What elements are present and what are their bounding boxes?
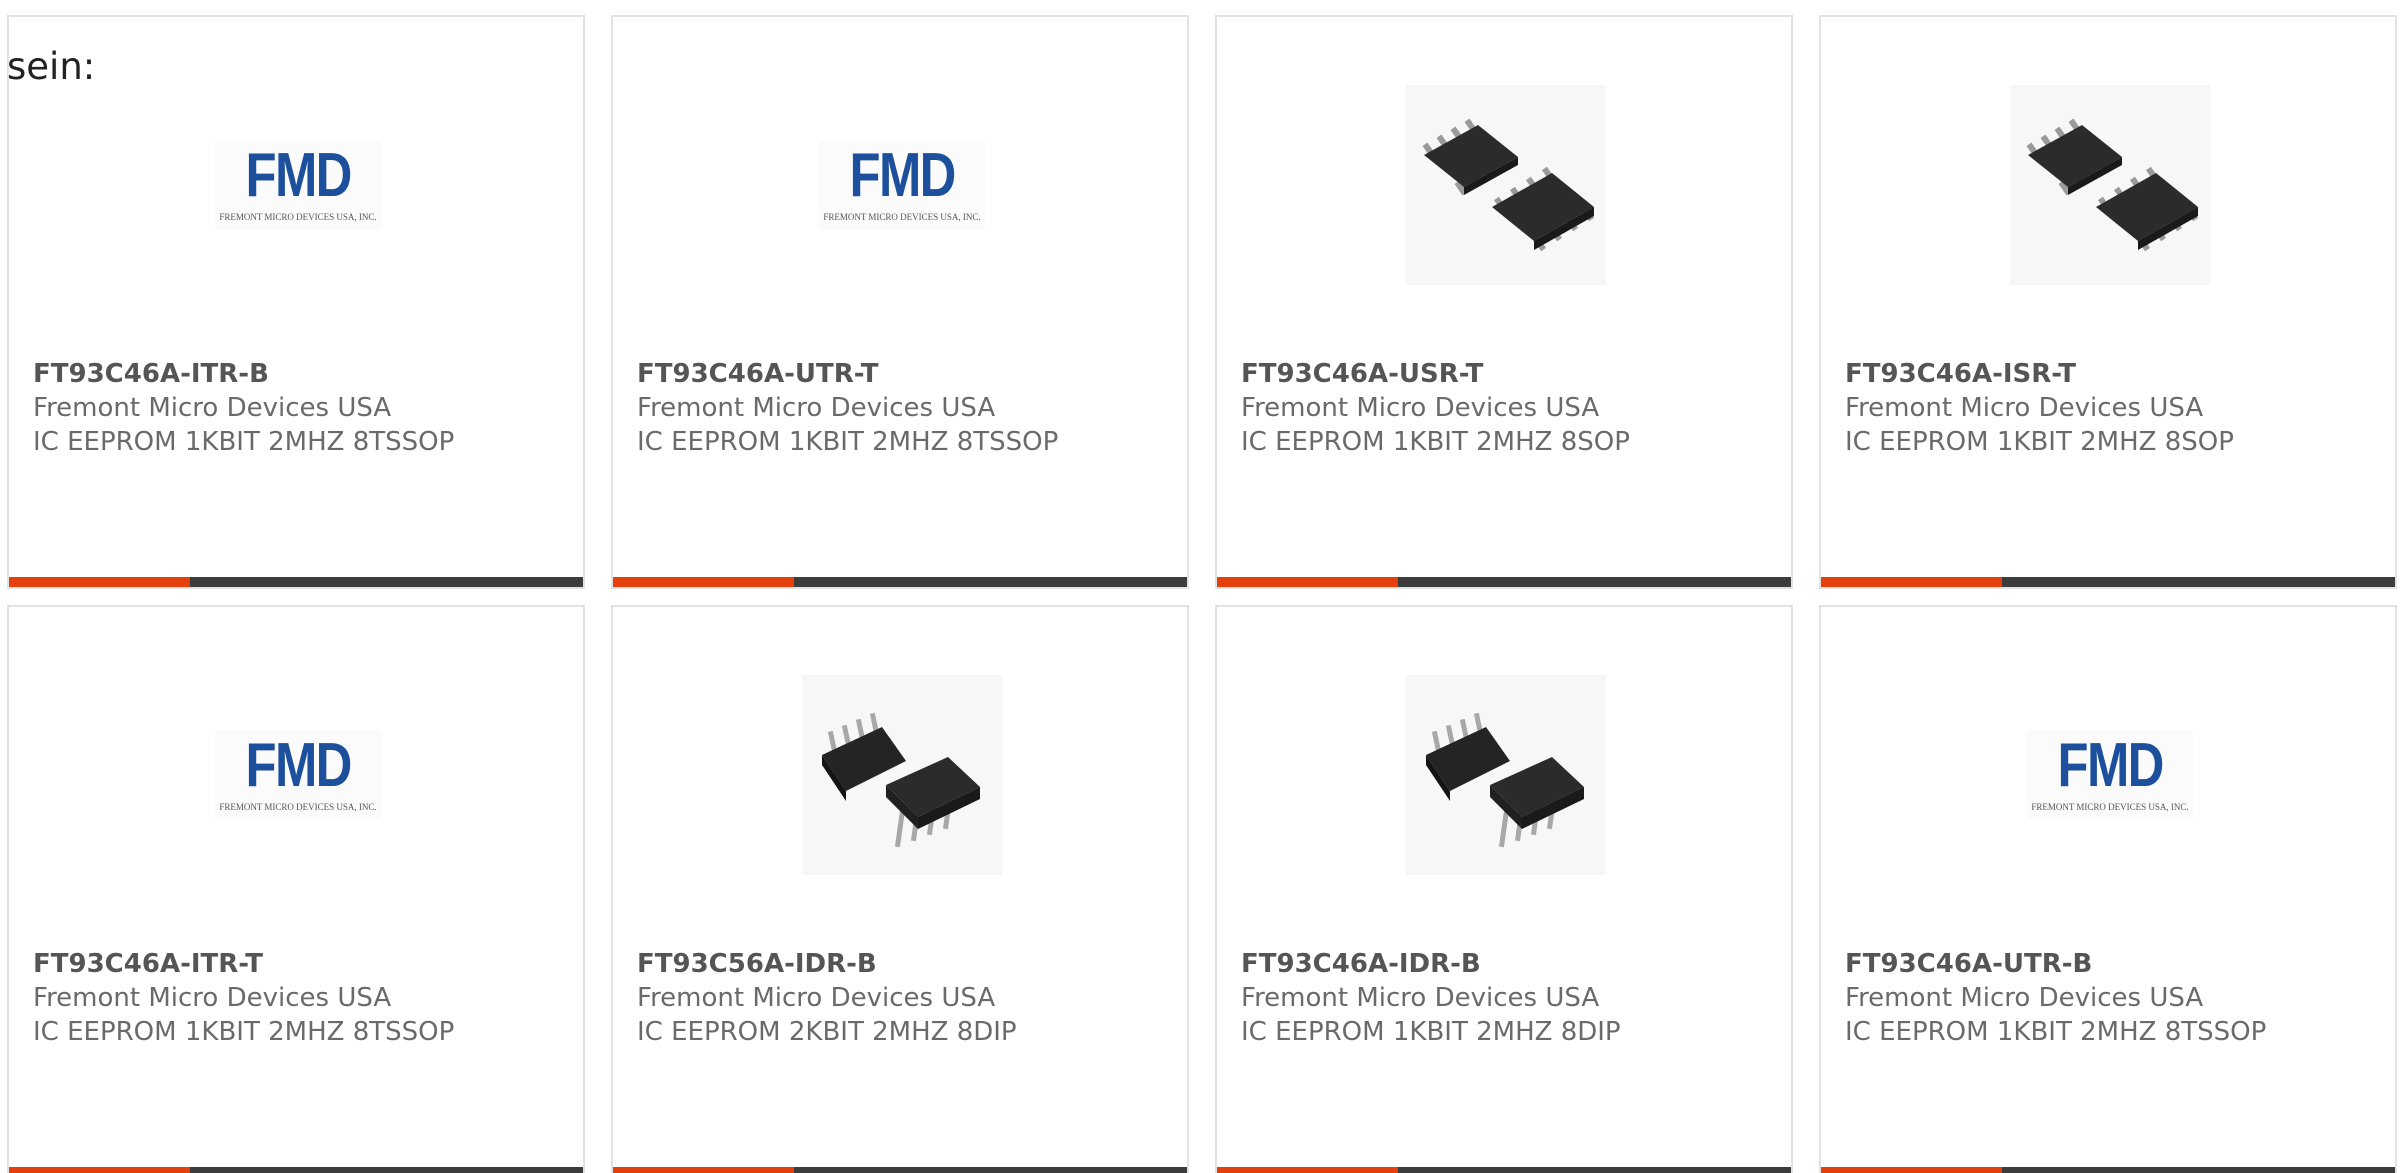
card-accent-bar <box>1217 577 1398 587</box>
product-info: FT93C46A-ITR-B Fremont Micro Devices USA… <box>33 357 454 459</box>
part-number-link[interactable]: FT93C46A-IDR-B <box>1241 947 1621 981</box>
manufacturer-name: Fremont Micro Devices USA <box>33 393 392 423</box>
part-number-link[interactable]: FT93C46A-ISR-T <box>1845 357 2234 391</box>
card-footer-bar <box>1821 577 2395 587</box>
product-info: FT93C56A-IDR-B Fremont Micro Devices USA… <box>637 947 1017 1049</box>
part-number-link[interactable]: FT93C46A-ITR-T <box>33 947 454 981</box>
part-number-link[interactable]: FT93C46A-USR-T <box>1241 357 1630 391</box>
card-accent-bar <box>1821 577 2002 587</box>
product-card[interactable]: FMD FREMONT MICRO DEVICES USA, INC. FT93… <box>611 15 1189 589</box>
intro-text: sein: <box>7 45 96 88</box>
product-description: IC EEPROM 1KBIT 2MHZ 8TSSOP <box>33 1017 455 1047</box>
soic-8-chip-photo <box>2010 85 2210 285</box>
product-description: IC EEPROM 1KBIT 2MHZ 8SOP <box>1845 427 2234 457</box>
product-card[interactable]: FT93C46A-ISR-T Fremont Micro Devices USA… <box>1819 15 2397 589</box>
card-footer-bar <box>613 577 1187 587</box>
product-description: IC EEPROM 1KBIT 2MHZ 8SOP <box>1241 427 1630 457</box>
card-accent-bar <box>9 1167 190 1173</box>
card-accent-bar <box>1217 1167 1398 1173</box>
product-description: IC EEPROM 1KBIT 2MHZ 8TSSOP <box>1845 1017 2267 1047</box>
product-image[interactable]: FMD FREMONT MICRO DEVICES USA, INC. <box>198 85 398 285</box>
manufacturer-name: Fremont Micro Devices USA <box>1241 393 1600 423</box>
product-info: FT93C46A-ISR-T Fremont Micro Devices USA… <box>1845 357 2234 459</box>
product-image[interactable]: FMD FREMONT MICRO DEVICES USA, INC. <box>198 675 398 875</box>
dip-8-chip-photo <box>1406 675 1606 875</box>
manufacturer-name: Fremont Micro Devices USA <box>637 393 996 423</box>
product-image[interactable]: FMD FREMONT MICRO DEVICES USA, INC. <box>2010 675 2210 875</box>
product-grid-page: sein: FMD FREMONT MICRO DEVICES USA, INC… <box>0 0 2400 1173</box>
manufacturer-name: Fremont Micro Devices USA <box>1845 393 2204 423</box>
product-info: FT93C46A-IDR-B Fremont Micro Devices USA… <box>1241 947 1621 1049</box>
manufacturer-name: Fremont Micro Devices USA <box>1241 983 1600 1013</box>
product-card[interactable]: FMD FREMONT MICRO DEVICES USA, INC. FT93… <box>7 605 585 1173</box>
product-card[interactable]: FMD FREMONT MICRO DEVICES USA, INC. FT93… <box>7 15 585 589</box>
fmd-logo: FMD FREMONT MICRO DEVICES USA, INC. <box>215 140 381 230</box>
card-footer-bar <box>613 1167 1187 1173</box>
manufacturer-name: Fremont Micro Devices USA <box>637 983 996 1013</box>
product-card[interactable]: FT93C46A-USR-T Fremont Micro Devices USA… <box>1215 15 1793 589</box>
product-info: FT93C46A-ITR-T Fremont Micro Devices USA… <box>33 947 454 1049</box>
product-description: IC EEPROM 1KBIT 2MHZ 8TSSOP <box>33 427 455 457</box>
product-image[interactable] <box>1406 675 1606 875</box>
product-card[interactable]: FT93C46A-IDR-B Fremont Micro Devices USA… <box>1215 605 1793 1173</box>
fmd-logo: FMD FREMONT MICRO DEVICES USA, INC. <box>819 140 985 230</box>
product-image[interactable]: FMD FREMONT MICRO DEVICES USA, INC. <box>802 85 1002 285</box>
manufacturer-name: Fremont Micro Devices USA <box>33 983 392 1013</box>
card-footer-bar <box>1217 577 1791 587</box>
product-image[interactable] <box>2010 85 2210 285</box>
product-info: FT93C46A-USR-T Fremont Micro Devices USA… <box>1241 357 1630 459</box>
dip-8-chip-photo <box>802 675 1002 875</box>
manufacturer-name: Fremont Micro Devices USA <box>1845 983 2204 1013</box>
product-image[interactable] <box>802 675 1002 875</box>
part-number-link[interactable]: FT93C56A-IDR-B <box>637 947 1017 981</box>
part-number-link[interactable]: FT93C46A-UTR-B <box>1845 947 2266 981</box>
card-accent-bar <box>613 577 794 587</box>
card-accent-bar <box>613 1167 794 1173</box>
fmd-logo: FMD FREMONT MICRO DEVICES USA, INC. <box>2027 730 2193 820</box>
product-description: IC EEPROM 2KBIT 2MHZ 8DIP <box>637 1017 1017 1047</box>
product-description: IC EEPROM 1KBIT 2MHZ 8DIP <box>1241 1017 1621 1047</box>
card-footer-bar <box>9 577 583 587</box>
soic-8-chip-photo <box>1406 85 1606 285</box>
product-description: IC EEPROM 1KBIT 2MHZ 8TSSOP <box>637 427 1059 457</box>
product-card[interactable]: FMD FREMONT MICRO DEVICES USA, INC. FT93… <box>1819 605 2397 1173</box>
fmd-logo: FMD FREMONT MICRO DEVICES USA, INC. <box>215 730 381 820</box>
product-info: FT93C46A-UTR-B Fremont Micro Devices USA… <box>1845 947 2266 1049</box>
product-info: FT93C46A-UTR-T Fremont Micro Devices USA… <box>637 357 1058 459</box>
part-number-link[interactable]: FT93C46A-ITR-B <box>33 357 454 391</box>
card-footer-bar <box>1821 1167 2395 1173</box>
card-footer-bar <box>9 1167 583 1173</box>
card-accent-bar <box>1821 1167 2002 1173</box>
product-card[interactable]: FT93C56A-IDR-B Fremont Micro Devices USA… <box>611 605 1189 1173</box>
part-number-link[interactable]: FT93C46A-UTR-T <box>637 357 1058 391</box>
card-footer-bar <box>1217 1167 1791 1173</box>
product-image[interactable] <box>1406 85 1606 285</box>
card-accent-bar <box>9 577 190 587</box>
